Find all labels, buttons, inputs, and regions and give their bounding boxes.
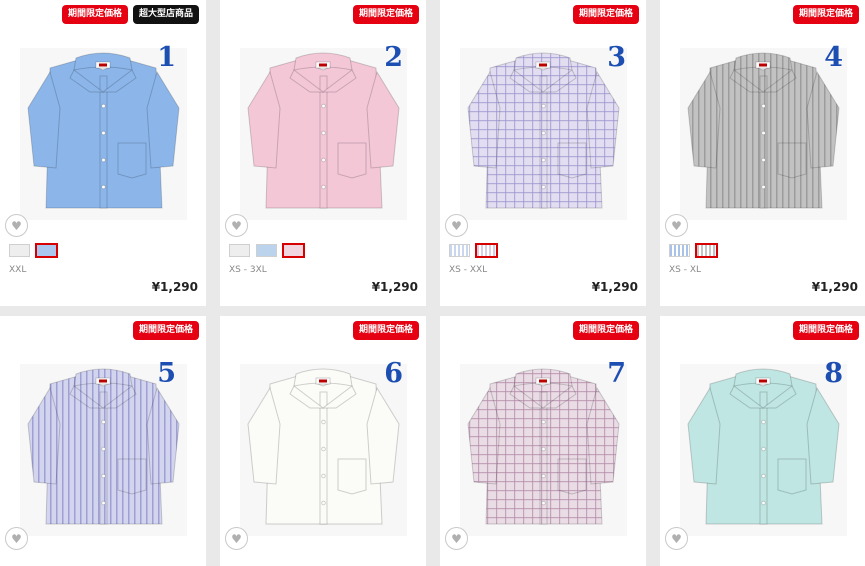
heart-plus-icon[interactable]: ♥ bbox=[225, 214, 248, 237]
badge-group: 期間限定価格 bbox=[572, 321, 639, 340]
color-swatch[interactable] bbox=[282, 243, 305, 258]
heart-plus-icon[interactable]: ♥ bbox=[5, 214, 28, 237]
product-number: 2 bbox=[384, 42, 403, 73]
badge-group: 期間限定価格 bbox=[792, 5, 859, 24]
product-number: 5 bbox=[157, 358, 176, 389]
limited-price-badge: 期間限定価格 bbox=[352, 5, 419, 24]
product-number: 4 bbox=[824, 42, 843, 73]
price: ¥1,290 bbox=[811, 280, 858, 294]
size-range: XS - 3XL bbox=[229, 265, 267, 275]
badge-group: 期間限定価格 bbox=[792, 321, 859, 340]
product-image[interactable] bbox=[460, 364, 627, 536]
badge-group: 期間限定価格 bbox=[352, 5, 419, 24]
limited-price-badge: 期間限定価格 bbox=[792, 321, 859, 340]
heart-plus-icon[interactable]: ♥ bbox=[5, 527, 28, 550]
product-card[interactable]: 期間限定価格 4 ♥ XS - XL ¥1,290 bbox=[660, 0, 865, 306]
color-swatch[interactable] bbox=[669, 244, 690, 257]
product-image[interactable] bbox=[20, 364, 187, 536]
product-card[interactable]: 期間限定価格 超大型店商品 1 ♥ XXL ¥1,290 bbox=[0, 0, 206, 306]
color-swatches bbox=[229, 243, 305, 258]
large-store-badge: 超大型店商品 bbox=[132, 5, 199, 24]
product-card[interactable]: 期間限定価格 8 ♥ bbox=[660, 316, 865, 566]
size-range: XXL bbox=[9, 265, 27, 275]
product-number: 7 bbox=[607, 358, 626, 389]
badge-group: 期間限定価格 超大型店商品 bbox=[61, 5, 199, 24]
color-swatch[interactable] bbox=[475, 243, 498, 258]
color-swatch[interactable] bbox=[695, 243, 718, 258]
color-swatch[interactable] bbox=[35, 243, 58, 258]
product-card[interactable]: 期間限定価格 3 ♥ XS - XXL ¥1,290 bbox=[440, 0, 646, 306]
color-swatches bbox=[449, 243, 498, 258]
badge-group: 期間限定価格 bbox=[352, 321, 419, 340]
color-swatch[interactable] bbox=[449, 244, 470, 257]
product-card[interactable]: 期間限定価格 6 ♥ bbox=[220, 316, 426, 566]
product-image[interactable] bbox=[240, 48, 407, 220]
product-number: 1 bbox=[157, 42, 176, 73]
product-number: 3 bbox=[607, 42, 626, 73]
product-image[interactable] bbox=[680, 364, 847, 536]
size-range: XS - XXL bbox=[449, 265, 488, 275]
size-range: XS - XL bbox=[669, 265, 702, 275]
heart-plus-icon[interactable]: ♥ bbox=[445, 527, 468, 550]
product-number: 8 bbox=[824, 358, 843, 389]
product-number: 6 bbox=[384, 358, 403, 389]
product-image[interactable] bbox=[680, 48, 847, 220]
product-card[interactable]: 期間限定価格 7 ♥ bbox=[440, 316, 646, 566]
color-swatch[interactable] bbox=[229, 244, 250, 257]
limited-price-badge: 期間限定価格 bbox=[572, 5, 639, 24]
limited-price-badge: 期間限定価格 bbox=[792, 5, 859, 24]
badge-group: 期間限定価格 bbox=[572, 5, 639, 24]
product-image[interactable] bbox=[460, 48, 627, 220]
heart-plus-icon[interactable]: ♥ bbox=[445, 214, 468, 237]
color-swatches bbox=[669, 243, 718, 258]
product-image[interactable] bbox=[20, 48, 187, 220]
price: ¥1,290 bbox=[371, 280, 418, 294]
color-swatches bbox=[9, 243, 58, 258]
product-card[interactable]: 期間限定価格 2 ♥ XS - 3XL ¥1,290 bbox=[220, 0, 426, 306]
limited-price-badge: 期間限定価格 bbox=[352, 321, 419, 340]
product-card[interactable]: 期間限定価格 5 ♥ bbox=[0, 316, 206, 566]
limited-price-badge: 期間限定価格 bbox=[132, 321, 199, 340]
price: ¥1,290 bbox=[151, 280, 198, 294]
heart-plus-icon[interactable]: ♥ bbox=[665, 214, 688, 237]
color-swatch[interactable] bbox=[256, 244, 277, 257]
price: ¥1,290 bbox=[591, 280, 638, 294]
limited-price-badge: 期間限定価格 bbox=[572, 321, 639, 340]
limited-price-badge: 期間限定価格 bbox=[61, 5, 128, 24]
badge-group: 期間限定価格 bbox=[132, 321, 199, 340]
color-swatch[interactable] bbox=[9, 244, 30, 257]
heart-plus-icon[interactable]: ♥ bbox=[225, 527, 248, 550]
product-image[interactable] bbox=[240, 364, 407, 536]
heart-plus-icon[interactable]: ♥ bbox=[665, 527, 688, 550]
